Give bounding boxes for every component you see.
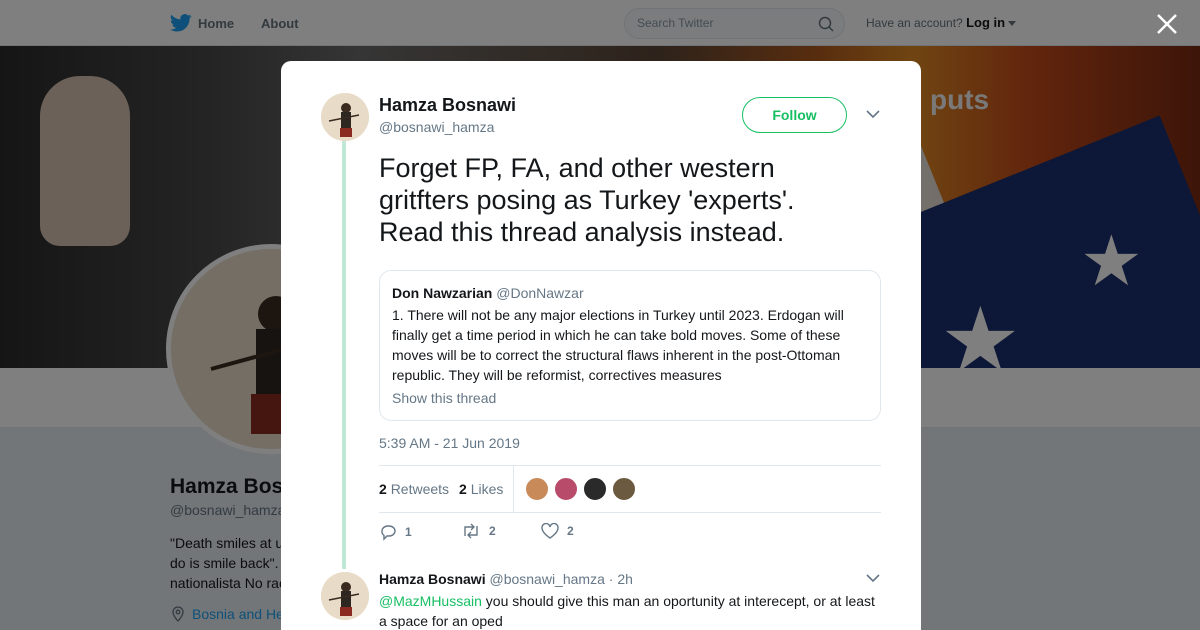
retweets-stat[interactable]: 2 Retweets — [379, 481, 449, 497]
reply-count: 1 — [405, 525, 412, 539]
retweet-icon — [464, 523, 478, 539]
retweets-count: 2 — [379, 481, 387, 497]
tweet-timestamp[interactable]: 5:39 AM - 21 Jun 2019 — [379, 435, 520, 451]
retweet-button[interactable]: 2 — [461, 523, 496, 539]
tweet-stats: 2 Retweets 2 Likes — [379, 465, 881, 513]
likes-label: Likes — [470, 481, 504, 497]
reply-text: @MazMHussain you should give this man an… — [379, 591, 884, 630]
follow-button[interactable]: Follow — [742, 97, 847, 133]
quoted-author-name: Don Nawzarian — [392, 285, 493, 301]
reply-author-avatar[interactable] — [321, 572, 369, 620]
chevron-down-icon[interactable] — [866, 109, 880, 119]
reply-icon — [381, 525, 396, 541]
close-icon[interactable] — [1155, 12, 1179, 36]
quoted-tweet[interactable]: Don Nawzarian @DonNawzar 1. There will n… — [379, 270, 881, 421]
retweet-count: 2 — [489, 524, 496, 538]
tweet-text: Forget FP, FA, and other western gritfte… — [379, 153, 795, 247]
reply-header: Hamza Bosnawi @bosnawi_hamza · 2h — [379, 571, 633, 587]
author-handle[interactable]: @bosnawi_hamza — [379, 119, 494, 135]
reply-time[interactable]: · 2h — [609, 571, 633, 587]
tweet-modal: Hamza Bosnawi @bosnawi_hamza Follow Forg… — [281, 61, 921, 630]
stats-divider — [513, 466, 514, 512]
like-button[interactable]: 2 — [541, 523, 574, 539]
likes-stat[interactable]: 2 Likes — [459, 481, 503, 497]
reply-author-handle[interactable]: @bosnawi_hamza — [489, 571, 604, 587]
retweets-label: Retweets — [390, 481, 450, 497]
thread-connector-line — [342, 141, 346, 569]
quoted-author-handle: @DonNawzar — [496, 285, 584, 301]
liker-avatar[interactable] — [583, 477, 607, 501]
avatar-illustration — [321, 572, 369, 620]
reply-mention-link[interactable]: @MazMHussain — [379, 593, 482, 609]
liker-avatar[interactable] — [525, 477, 549, 501]
quoted-tweet-header: Don Nawzarian @DonNawzar — [392, 285, 584, 301]
like-count: 2 — [567, 524, 574, 538]
reply-button[interactable]: 1 — [379, 523, 412, 541]
avatar-illustration — [321, 93, 369, 141]
chevron-down-icon[interactable] — [866, 573, 880, 583]
tweet-actions: 1 2 2 — [379, 523, 679, 547]
show-thread-link[interactable]: Show this thread — [392, 390, 496, 406]
liker-avatar[interactable] — [612, 477, 636, 501]
quoted-tweet-text: 1. There will not be any major elections… — [392, 307, 844, 383]
heart-icon — [541, 523, 559, 539]
likes-count: 2 — [459, 481, 467, 497]
author-name[interactable]: Hamza Bosnawi — [379, 95, 516, 116]
reply-author-name[interactable]: Hamza Bosnawi — [379, 571, 486, 587]
liker-avatar[interactable] — [554, 477, 578, 501]
author-avatar[interactable] — [321, 93, 369, 141]
